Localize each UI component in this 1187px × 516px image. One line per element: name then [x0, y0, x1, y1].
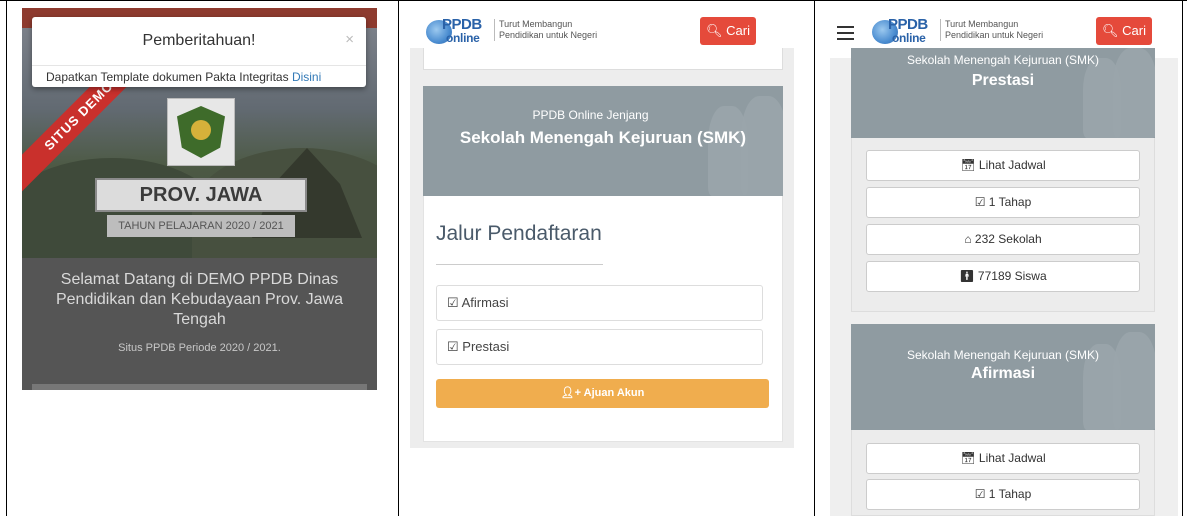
sekolah-button[interactable]: ⌂ 232 Sekolah — [866, 224, 1140, 255]
button-label: Lihat Jadwal — [978, 451, 1046, 465]
search-label: Cari — [726, 23, 750, 38]
periode-text: Situs PPDB Periode 2020 / 2021. — [118, 342, 281, 354]
home-icon: ⌂ — [964, 232, 972, 246]
tagline: Turut Membangun Pendidikan untuk Negeri — [940, 19, 1043, 41]
checkbox-icon: ☑ — [974, 195, 986, 209]
button-label: 232 Sekolah — [974, 232, 1042, 246]
tagline: Turut Membangun Pendidikan untuk Negeri — [494, 19, 597, 41]
lihat-jadwal-button[interactable]: 📅︎ Lihat Jadwal — [866, 443, 1140, 474]
modal-divider — [32, 65, 366, 66]
province-emblem — [167, 98, 235, 166]
banner-subtitle: Sekolah Menengah Kejuruan (SMK) — [906, 348, 1100, 362]
option-label: Afirmasi — [461, 295, 509, 310]
calendar-icon: 📅︎ — [960, 451, 976, 465]
emblem-icon — [177, 106, 225, 158]
tagline-line-1: Turut Membangun — [945, 19, 1019, 29]
ppdb-logo[interactable]: PPDB online — [426, 16, 498, 46]
lihat-jadwal-button[interactable]: 📅︎ Lihat Jadwal — [866, 150, 1140, 181]
checkbox-icon: ☑ — [974, 487, 986, 501]
siswa-button[interactable]: 🚹︎ 77189 Siswa — [866, 261, 1140, 292]
tahap-button[interactable]: ☑ 1 Tahap — [866, 187, 1140, 218]
modal-body: Dapatkan Template dokumen Pakta Integrit… — [46, 70, 321, 84]
close-icon[interactable]: × — [345, 31, 354, 48]
logo-text-bottom: online — [892, 31, 926, 45]
banner-title: Prestasi — [971, 72, 1035, 89]
button-label: 1 Tahap — [988, 195, 1032, 209]
search-icon: 🔍︎ — [1102, 23, 1119, 38]
banner-title: Sekolah Menengah Kejuruan (SMK) — [459, 128, 747, 147]
divider-2 — [814, 0, 815, 516]
province-title: PROV. JAWA TENGAH — [95, 178, 307, 236]
button-label: 1 Tahap — [988, 487, 1032, 501]
checkbox-icon: ☑ — [447, 295, 459, 310]
button-label: Lihat Jadwal — [978, 158, 1046, 172]
search-icon: 🔍︎ — [706, 23, 723, 38]
afirmasi-banner: Sekolah Menengah Kejuruan (SMK) Afirmasi — [851, 324, 1155, 430]
notification-modal: Pemberitahuan! × Dapatkan Template dokum… — [32, 17, 366, 87]
previous-card — [423, 48, 783, 70]
ajuan-label: Ajuan Akun — [583, 387, 645, 399]
ajuan-akun-button[interactable]: 👤︎+ Ajuan Akun — [436, 379, 769, 408]
search-label: Cari — [1122, 23, 1146, 38]
user-plus-icon: 👤︎+ — [560, 387, 581, 399]
smk-banner: PPDB Online Jenjang Sekolah Menengah Kej… — [423, 86, 783, 196]
search-button[interactable]: 🔍︎ Cari — [1096, 17, 1152, 45]
option-afirmasi[interactable]: ☑ Afirmasi — [436, 285, 763, 321]
screenshot-frame: SITUS DEMO PROV. JAWA TENGAH TAHUN PELAJ… — [0, 0, 1187, 516]
prestasi-banner: Sekolah Menengah Kejuruan (SMK) Prestasi — [851, 48, 1155, 138]
modal-title: Pemberitahuan! — [142, 32, 256, 49]
student-icon: 🚹︎ — [959, 269, 975, 283]
calendar-icon: 📅︎ — [960, 158, 976, 172]
banner-subtitle: Sekolah Menengah Kejuruan (SMK) — [906, 53, 1100, 67]
tagline-line-2: Pendidikan untuk Negeri — [945, 30, 1044, 40]
tagline-line-1: Turut Membangun — [499, 19, 573, 29]
logo-text-bottom: online — [446, 31, 480, 45]
divider-left — [6, 0, 7, 516]
search-button[interactable]: 🔍︎ Cari — [700, 17, 756, 45]
divider-right — [1182, 0, 1183, 516]
tahap-button[interactable]: ☑ 1 Tahap — [866, 479, 1140, 510]
option-prestasi[interactable]: ☑ Prestasi — [436, 329, 763, 365]
top-border — [0, 0, 1187, 1]
modal-body-text: Dapatkan Template dokumen Pakta Integrit… — [46, 70, 292, 84]
jalur-heading: Jalur Pendaftaran — [436, 222, 602, 245]
divider-1 — [398, 0, 399, 516]
option-label: Prestasi — [462, 339, 510, 354]
bottom-bar — [32, 384, 367, 390]
heading-underline — [436, 264, 603, 265]
welcome-heading: Selamat Datang di DEMO PPDB Dinas Pendid… — [55, 271, 343, 328]
tagline-line-2: Pendidikan untuk Negeri — [499, 30, 598, 40]
menu-icon[interactable] — [837, 26, 854, 40]
banner-subtitle: PPDB Online Jenjang — [532, 108, 649, 122]
button-label: 77189 Siswa — [977, 269, 1047, 283]
academic-year: TAHUN PELAJARAN 2020 / 2021 — [107, 215, 295, 237]
banner-title: Afirmasi — [970, 365, 1036, 382]
checkbox-icon: ☑ — [447, 339, 459, 354]
download-template-link[interactable]: Disini — [292, 70, 321, 84]
ppdb-logo[interactable]: PPDB online — [872, 16, 944, 46]
